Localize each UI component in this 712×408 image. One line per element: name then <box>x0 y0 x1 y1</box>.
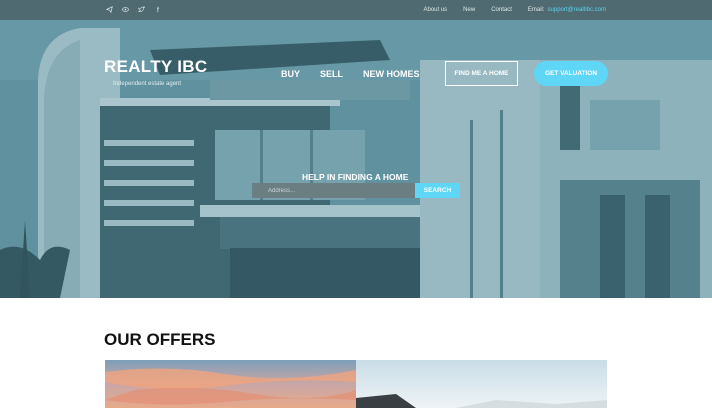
hero-banner: REALTY IBC Independent estate agent BUY … <box>0 20 712 298</box>
search-button[interactable]: SEARCH <box>415 183 460 198</box>
search-heading: HELP IN FINDING A HOME <box>302 172 409 182</box>
sunset-sky-image <box>105 360 356 408</box>
about-us-link[interactable]: About us <box>423 7 447 13</box>
brand-title: REALTY IBC <box>104 57 208 76</box>
building-sky-image <box>356 360 607 408</box>
top-utility-bar: About us New Contact Email: support@realt… <box>0 0 712 20</box>
offers-title: OUR OFFERS <box>104 330 216 349</box>
facebook-icon[interactable] <box>154 6 161 13</box>
nav-item-buy[interactable]: BUY <box>281 69 300 79</box>
offer-card-image-building[interactable] <box>356 360 607 408</box>
email-link[interactable]: support@realtibc.com <box>548 7 606 13</box>
twitter-icon[interactable] <box>137 5 145 13</box>
get-valuation-button[interactable]: GET VALUATION <box>534 61 608 86</box>
telegram-icon[interactable] <box>105 6 113 14</box>
nav-item-new-homes[interactable]: NEW HOMES <box>363 69 420 79</box>
new-link[interactable]: New <box>463 7 475 13</box>
contact-link[interactable]: Contact <box>491 7 512 13</box>
offer-card-image-sunset[interactable] <box>105 360 356 408</box>
eye-icon[interactable] <box>122 6 129 13</box>
address-search-input[interactable] <box>252 183 415 198</box>
find-me-a-home-button[interactable]: FIND ME A HOME <box>445 61 518 86</box>
brand-tagline: Independent estate agent <box>113 81 182 87</box>
nav-item-sell[interactable]: SELL <box>320 69 343 79</box>
email-label: Email: <box>527 7 545 13</box>
top-links: About us New Contact Email: support@realt… <box>423 7 606 13</box>
brand[interactable]: REALTY IBC Independent estate agent <box>104 57 208 87</box>
social-icons <box>105 5 161 14</box>
support-email: Email: support@realtibc.com <box>528 7 606 13</box>
main-nav: BUY SELL NEW HOMES <box>281 69 420 79</box>
